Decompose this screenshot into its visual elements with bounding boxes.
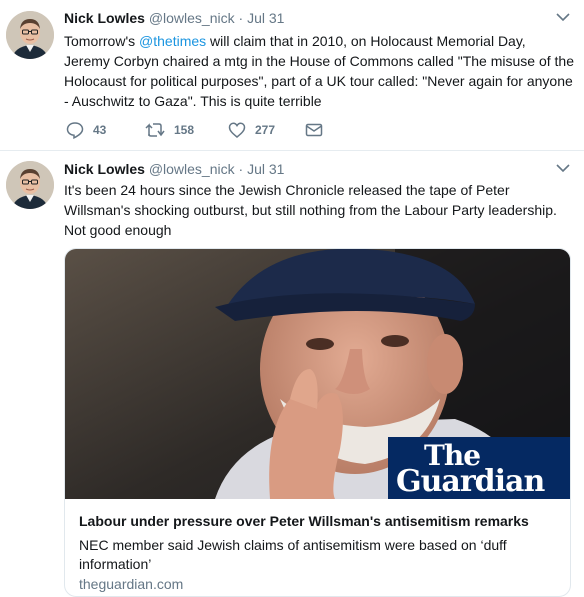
guardian-logo: The Guardian bbox=[388, 437, 570, 499]
logo-line-2: Guardian bbox=[396, 464, 545, 499]
card-domain: theguardian.com bbox=[79, 576, 184, 592]
tweet-header: Nick Lowles @lowles_nick · Jul 31 bbox=[64, 10, 284, 26]
tweet[interactable]: Nick Lowles @lowles_nick · Jul 31 It's b… bbox=[0, 151, 584, 597]
reply-count: 43 bbox=[93, 123, 107, 137]
avatar[interactable] bbox=[6, 11, 54, 59]
reply-button[interactable]: 43 bbox=[66, 121, 106, 139]
author-handle[interactable]: @lowles_nick bbox=[149, 161, 235, 177]
author-name[interactable]: Nick Lowles bbox=[64, 10, 145, 26]
like-count: 277 bbox=[255, 123, 276, 137]
tweet-text: Tomorrow's @thetimes will claim that in … bbox=[64, 31, 574, 111]
chevron-down-icon[interactable] bbox=[556, 163, 570, 173]
tweet-text: It's been 24 hours since the Jewish Chro… bbox=[64, 182, 557, 238]
reply-icon bbox=[66, 122, 84, 139]
author-name[interactable]: Nick Lowles bbox=[64, 161, 145, 177]
heart-icon bbox=[228, 122, 246, 138]
retweet-button[interactable]: 158 bbox=[145, 121, 194, 139]
tweet-text-part: Tomorrow's bbox=[64, 33, 140, 49]
link-card[interactable]: The Guardian Labour under pressure over … bbox=[64, 248, 571, 597]
chevron-down-icon[interactable] bbox=[556, 12, 570, 22]
avatar[interactable] bbox=[6, 161, 54, 209]
card-image[interactable]: The Guardian bbox=[65, 249, 570, 499]
card-title[interactable]: Labour under pressure over Peter Willsma… bbox=[79, 513, 529, 529]
tweet-date[interactable]: Jul 31 bbox=[247, 10, 284, 26]
author-handle[interactable]: @lowles_nick bbox=[149, 10, 235, 26]
mention-link[interactable]: @thetimes bbox=[139, 33, 206, 49]
card-description: NEC member said Jewish claims of antisem… bbox=[79, 537, 507, 572]
tweet-date[interactable]: Jul 31 bbox=[247, 161, 284, 177]
dm-button[interactable] bbox=[305, 121, 332, 139]
tweet-header: Nick Lowles @lowles_nick · Jul 31 bbox=[64, 161, 284, 177]
envelope-icon bbox=[305, 123, 323, 137]
retweet-count: 158 bbox=[174, 123, 195, 137]
separator: · bbox=[238, 161, 244, 177]
tweet-actions: 43 158 277 bbox=[66, 121, 366, 141]
separator: · bbox=[238, 10, 244, 26]
tweet[interactable]: Nick Lowles @lowles_nick · Jul 31 Tomorr… bbox=[0, 0, 584, 151]
retweet-icon bbox=[145, 123, 165, 137]
like-button[interactable]: 277 bbox=[228, 121, 275, 139]
